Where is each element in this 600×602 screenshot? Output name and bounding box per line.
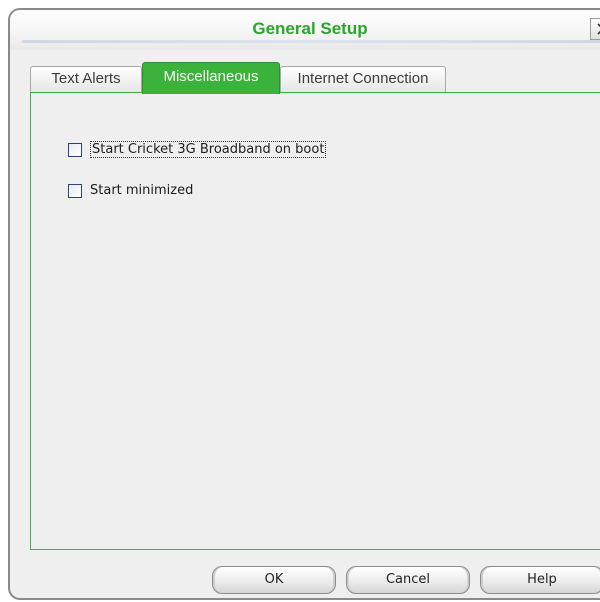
start-on-boot-option[interactable]: Start Cricket 3G Broadband on boot xyxy=(68,141,327,158)
window-title: General Setup xyxy=(252,19,368,38)
help-button[interactable]: Help xyxy=(480,566,600,594)
close-button[interactable] xyxy=(590,18,600,40)
start-minimized-checkbox[interactable] xyxy=(68,183,82,198)
tab-internet-connection[interactable]: Internet Connection xyxy=(280,66,446,92)
tab-miscellaneous[interactable]: Miscellaneous xyxy=(142,62,280,94)
general-setup-dialog: General Setup Text Alerts Miscellaneous … xyxy=(8,8,600,600)
cancel-button[interactable]: Cancel xyxy=(346,566,470,594)
start-minimized-option[interactable]: Start minimized xyxy=(68,183,193,198)
start-on-boot-label[interactable]: Start Cricket 3G Broadband on boot xyxy=(90,141,327,158)
tab-text-alerts[interactable]: Text Alerts xyxy=(30,66,142,92)
start-minimized-label[interactable]: Start minimized xyxy=(90,183,193,198)
miscellaneous-panel: Start Cricket 3G Broadband on boot Start… xyxy=(30,92,600,550)
ok-button[interactable]: OK xyxy=(212,566,336,594)
title-bar[interactable]: General Setup xyxy=(10,10,600,50)
start-on-boot-checkbox[interactable] xyxy=(68,142,82,157)
